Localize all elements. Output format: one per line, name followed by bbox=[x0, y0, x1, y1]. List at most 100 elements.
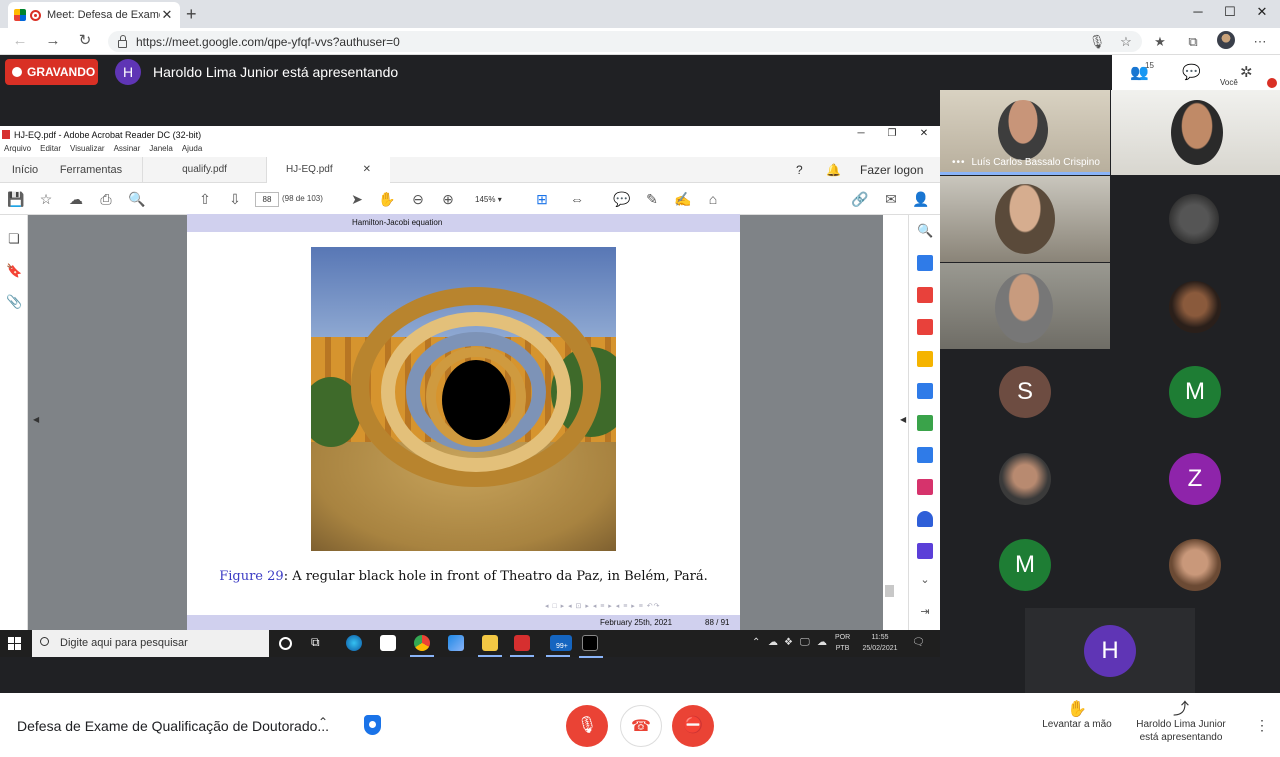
help-icon[interactable]: ? bbox=[796, 157, 803, 183]
taskbar-clock[interactable]: 11:55 25/02/2021 bbox=[860, 632, 900, 654]
new-tab-icon[interactable]: + bbox=[186, 4, 197, 25]
close-window-icon[interactable]: ✕ bbox=[1244, 0, 1280, 28]
export-pdf-icon[interactable] bbox=[917, 255, 933, 271]
scan-ocr-icon[interactable] bbox=[917, 447, 933, 463]
menu-editar[interactable]: Editar bbox=[40, 144, 61, 158]
acrobat-close-icon[interactable]: ✕ bbox=[909, 126, 939, 142]
select-cursor-icon[interactable]: ➤ bbox=[347, 189, 367, 209]
bookmarks-icon[interactable]: 🔖 bbox=[6, 263, 22, 279]
participant-tile-photo-1[interactable] bbox=[1111, 263, 1280, 349]
presenting-button[interactable]: ⤴ Haroldo Lima Junior está apresentando bbox=[1130, 702, 1232, 744]
print-icon[interactable]: ⎙ bbox=[96, 189, 116, 209]
acrobat-minimize-icon[interactable]: ─ bbox=[846, 126, 876, 142]
tab-ferramentas[interactable]: Ferramentas bbox=[56, 157, 126, 183]
participant-tile-m1[interactable]: M bbox=[1111, 350, 1280, 436]
cortana-icon[interactable] bbox=[279, 637, 292, 650]
notification-center-icon[interactable]: 🗨 bbox=[912, 637, 925, 648]
next-page-icon[interactable]: ⇩ bbox=[225, 189, 245, 209]
edge-icon[interactable] bbox=[346, 635, 362, 651]
host-controls-shield-icon[interactable] bbox=[364, 715, 381, 735]
sign-icon[interactable]: ✍ bbox=[673, 189, 693, 209]
request-signature-icon[interactable] bbox=[917, 543, 933, 559]
previous-page-icon[interactable]: ⇧ bbox=[195, 189, 215, 209]
participant-tile-photo-3[interactable] bbox=[1111, 524, 1280, 607]
close-file-tab-icon[interactable]: ✕ bbox=[363, 164, 371, 175]
chat-icon[interactable]: 💬 bbox=[1182, 63, 1201, 81]
tab-file-hjeq[interactable]: HJ-EQ.pdf ✕ bbox=[266, 157, 390, 183]
upload-cloud-icon[interactable]: ☁ bbox=[66, 189, 86, 209]
login-link[interactable]: Fazer logon bbox=[860, 157, 923, 183]
collapse-right-pane-icon[interactable]: ◀ bbox=[900, 415, 906, 424]
collections-icon[interactable]: ⧉ bbox=[1183, 32, 1203, 52]
participant-tile-photo-2[interactable] bbox=[940, 437, 1110, 523]
app-icon[interactable] bbox=[448, 635, 464, 651]
scroll-thumb[interactable] bbox=[885, 585, 894, 597]
dropbox-icon[interactable]: ❖ bbox=[784, 637, 793, 648]
comment-icon[interactable]: 💬 bbox=[612, 189, 632, 209]
participant-tile-video-2[interactable] bbox=[940, 176, 1110, 262]
close-tab-icon[interactable]: ✕ bbox=[160, 7, 174, 23]
profile-avatar[interactable] bbox=[1217, 31, 1235, 49]
add-favorite-icon[interactable]: ☆ bbox=[1116, 32, 1136, 52]
terminal-icon[interactable] bbox=[579, 635, 603, 658]
protect-icon[interactable] bbox=[917, 511, 933, 527]
menu-visualizar[interactable]: Visualizar bbox=[70, 144, 105, 158]
combine-files-icon[interactable] bbox=[917, 383, 933, 399]
save-icon[interactable]: 💾 bbox=[6, 189, 26, 209]
task-view-icon[interactable]: ⧉ bbox=[311, 635, 327, 651]
leave-call-button[interactable]: ☎ bbox=[620, 705, 662, 747]
network-icon[interactable]: 🖵 bbox=[800, 637, 810, 648]
beamer-navigation-icon[interactable]: ◂ □ ▸ ◂ ⊡ ▸ ◂ ≡ ▸ ◂ ≡ ▸ ≡ ↶↷ bbox=[545, 602, 660, 610]
language-indicator[interactable]: POR PTB bbox=[835, 632, 850, 654]
back-icon[interactable]: ← bbox=[9, 31, 31, 51]
participant-tile-z[interactable]: Z bbox=[1111, 437, 1280, 523]
menu-arquivo[interactable]: Arquivo bbox=[4, 144, 31, 158]
participant-tile-self[interactable] bbox=[1111, 90, 1280, 175]
microphone-icon[interactable]: 🎙 bbox=[1087, 32, 1107, 52]
find-icon[interactable]: 🔍 bbox=[127, 189, 147, 209]
chevron-up-icon[interactable]: ⌃ bbox=[318, 715, 328, 729]
address-bar[interactable]: https://meet.google.com/qpe-yfqf-vvs?aut… bbox=[108, 31, 1142, 52]
edit-pdf-icon[interactable] bbox=[917, 319, 933, 335]
bookmark-star-icon[interactable]: ☆ bbox=[36, 189, 56, 209]
microphone-off-button[interactable]: 🎙 bbox=[566, 705, 608, 747]
windows-start-icon[interactable] bbox=[8, 637, 21, 650]
stamp-icon[interactable]: ⌂ bbox=[703, 189, 723, 209]
expand-pane-icon[interactable]: ⇥ bbox=[917, 605, 933, 621]
camera-off-button[interactable]: ⛔ bbox=[672, 705, 714, 747]
show-hidden-icons-icon[interactable]: ⌃ bbox=[752, 637, 760, 648]
participant-tile-h[interactable]: H bbox=[1025, 608, 1195, 693]
participant-tile-logo[interactable] bbox=[1111, 176, 1280, 262]
zoom-select[interactable]: 145% ▾ bbox=[465, 192, 515, 207]
tools-search-icon[interactable]: 🔍 bbox=[917, 223, 933, 239]
minimize-window-icon[interactable]: ─ bbox=[1180, 0, 1216, 28]
favorites-icon[interactable]: ★ bbox=[1150, 32, 1170, 52]
highlight-pen-icon[interactable]: ✎ bbox=[642, 189, 662, 209]
tab-inicio[interactable]: Início bbox=[10, 157, 40, 183]
add-user-icon[interactable]: 👤 bbox=[911, 189, 931, 209]
forward-icon[interactable]: → bbox=[42, 31, 64, 51]
menu-assinar[interactable]: Assinar bbox=[114, 144, 141, 158]
tab-file-qualify[interactable]: qualify.pdf bbox=[142, 157, 266, 183]
browser-tab-meet[interactable]: Meet: Defesa de Exame de Q ✕ bbox=[8, 2, 180, 28]
create-pdf-icon[interactable] bbox=[917, 287, 933, 303]
page-number-input[interactable]: 88 bbox=[255, 192, 279, 207]
fill-sign-icon[interactable] bbox=[917, 479, 933, 495]
participant-tile-m2[interactable]: M bbox=[940, 524, 1110, 607]
file-explorer-icon[interactable] bbox=[478, 635, 502, 657]
menu-ajuda[interactable]: Ajuda bbox=[182, 144, 202, 158]
participant-tile-s[interactable]: S bbox=[940, 350, 1110, 436]
onedrive-icon[interactable]: ☁ bbox=[817, 637, 827, 648]
taskbar-search[interactable]: Digite aqui para pesquisar bbox=[32, 630, 269, 657]
maximize-window-icon[interactable]: ☐ bbox=[1212, 0, 1248, 28]
organize-pages-icon[interactable] bbox=[917, 415, 933, 431]
chrome-icon[interactable] bbox=[410, 635, 434, 657]
participant-tile-video-3[interactable] bbox=[940, 263, 1110, 349]
attachments-icon[interactable]: 📎 bbox=[6, 294, 22, 310]
mail-icon[interactable]: ✉ bbox=[881, 189, 901, 209]
menu-janela[interactable]: Janela bbox=[149, 144, 173, 158]
participant-tile-crispino[interactable]: ••• Luís Carlos Bassalo Crispino bbox=[940, 90, 1110, 175]
acrobat-taskbar-icon[interactable] bbox=[510, 635, 534, 657]
more-options-icon[interactable]: ⋯ bbox=[1250, 32, 1270, 52]
store-icon[interactable] bbox=[380, 635, 396, 651]
